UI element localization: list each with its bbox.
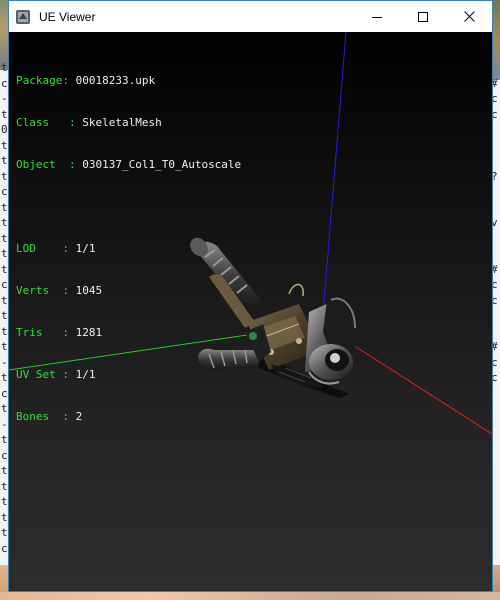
window-title: UE Viewer <box>39 9 96 24</box>
info-row-package: Package: 00018233.upk <box>16 74 241 88</box>
minimize-icon <box>372 16 382 18</box>
info-value: 2 <box>75 410 83 423</box>
z-axis-line <box>322 32 347 315</box>
close-button[interactable] <box>446 1 492 32</box>
info-key: Verts : <box>16 284 76 297</box>
info-row-lod: LOD : 1/1 <box>16 242 241 256</box>
mesh-info-overlay: Package: 00018233.upk Class : SkeletalMe… <box>16 46 241 452</box>
info-key: Bones : <box>16 410 76 423</box>
title-bar[interactable]: UE Viewer <box>9 1 492 32</box>
minimize-button[interactable] <box>354 1 400 32</box>
3d-viewport[interactable]: Package: 00018233.upk Class : SkeletalMe… <box>9 32 492 591</box>
info-key: UV Set : <box>16 368 76 381</box>
ue-viewer-app-icon[interactable] <box>15 9 31 25</box>
maximize-icon <box>418 11 428 22</box>
info-row-uv-set: UV Set : 1/1 <box>16 368 241 382</box>
info-value: SkeletalMesh <box>82 116 162 129</box>
info-row-class: Class : SkeletalMesh <box>16 116 241 130</box>
ue-viewer-window[interactable]: UE Viewer Package: 00018233.upk Class: … <box>8 0 493 592</box>
info-value: 1281 <box>75 326 103 339</box>
info-key: Package: <box>16 74 76 87</box>
close-icon <box>463 11 475 22</box>
info-key: LOD : <box>16 242 76 255</box>
info-value: 1/1 <box>75 368 96 381</box>
info-key: Class : <box>16 116 83 129</box>
window-controls <box>354 1 492 32</box>
info-value: 1045 <box>75 284 103 297</box>
background-wallpaper-bottom <box>0 592 500 600</box>
info-value: 00018233.upk <box>75 74 156 87</box>
info-value: 1/1 <box>75 242 96 255</box>
info-row-verts: Verts : 1045 <box>16 284 241 298</box>
maximize-button[interactable] <box>400 1 446 32</box>
info-key: Tris : <box>16 326 76 339</box>
info-spacer <box>16 200 241 214</box>
info-row-tris: Tris : 1281 <box>16 326 241 340</box>
info-row-bones: Bones : 2 <box>16 410 241 424</box>
info-row-object: Object : 030137_Col1_T0_Autoscale <box>16 158 241 172</box>
x-axis-line <box>352 344 492 435</box>
info-key: Object : <box>16 158 83 171</box>
info-value: 030137_Col1_T0_Autoscale <box>82 158 242 171</box>
